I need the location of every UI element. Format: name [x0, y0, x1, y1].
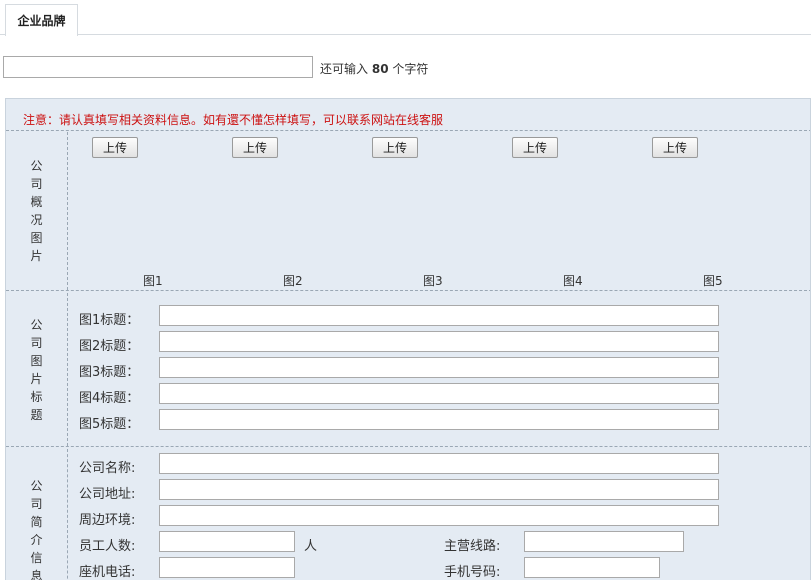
employees-input[interactable]	[159, 531, 295, 552]
title-label-2: 图2标题：	[79, 339, 140, 354]
pic-label-1: 图1	[143, 274, 163, 288]
title-input-5[interactable]	[159, 409, 719, 430]
upload-button-2[interactable]: 上传	[232, 137, 278, 158]
company-address-input[interactable]	[159, 479, 719, 500]
upload-button-3[interactable]: 上传	[372, 137, 418, 158]
section-label-photos: 公司概况图片	[6, 132, 68, 290]
counter-suffix: 个字符	[392, 62, 429, 76]
section-label-titles: 公司图片标题	[6, 293, 68, 446]
section-photo-titles: 公司图片标题 图1标题： 图2标题： 图3标题： 图4标题： 图5标题：	[6, 293, 810, 447]
main-routes-label: 主营线路:	[444, 539, 501, 554]
mobile-input[interactable]	[524, 557, 660, 578]
upload-button-4[interactable]: 上传	[512, 137, 558, 158]
company-name-label: 公司名称:	[79, 461, 136, 476]
title-input-3[interactable]	[159, 357, 719, 378]
section-company-photos: 公司概况图片 上传 上传 上传 上传 上传 图1 图2 图3 图4 图5	[6, 132, 810, 291]
form-panel: 注意：请认真填写相关资料信息。如有還不懂怎样填写，可以联系网站在线客服 公司概况…	[5, 98, 811, 580]
employees-unit: 人	[304, 539, 318, 554]
employees-label: 员工人数:	[79, 539, 136, 554]
landline-input[interactable]	[159, 557, 295, 578]
title-label-5: 图5标题：	[79, 417, 140, 432]
surroundings-label: 周边环境:	[79, 513, 136, 528]
brand-input[interactable]	[3, 56, 313, 78]
landline-label: 座机电话:	[79, 565, 136, 580]
section-company-intro: 公司简介信息 公司名称: 公司地址: 周边环境: 员工人数: 人 主营线路: 座…	[6, 449, 810, 580]
company-name-input[interactable]	[159, 453, 719, 474]
title-input-2[interactable]	[159, 331, 719, 352]
upload-button-5[interactable]: 上传	[652, 137, 698, 158]
section-label-photos-text: 公司概况图片	[30, 159, 43, 263]
notice-text: 注意：请认真填写相关资料信息。如有還不懂怎样填写，可以联系网站在线客服	[6, 99, 810, 131]
counter-prefix: 还可输入	[320, 62, 369, 76]
surroundings-input[interactable]	[159, 505, 719, 526]
pic-label-2: 图2	[283, 274, 303, 288]
title-label-3: 图3标题：	[79, 365, 140, 380]
section-label-titles-text: 公司图片标题	[30, 317, 43, 422]
title-input-4[interactable]	[159, 383, 719, 404]
company-address-label: 公司地址:	[79, 487, 136, 502]
pic-label-5: 图5	[703, 274, 723, 288]
main-routes-input[interactable]	[524, 531, 684, 552]
section-label-intro-text: 公司简介信息	[30, 479, 43, 580]
pic-label-4: 图4	[563, 274, 583, 288]
counter-count: 80	[371, 62, 389, 76]
char-counter: 还可输入 80 个字符	[320, 60, 428, 77]
title-label-4: 图4标题：	[79, 391, 140, 406]
tab-bar: 企业品牌	[0, 0, 811, 36]
mobile-label: 手机号码:	[444, 565, 501, 580]
upload-button-1[interactable]: 上传	[92, 137, 138, 158]
title-label-1: 图1标题：	[79, 313, 140, 328]
pic-label-3: 图3	[423, 274, 443, 288]
title-input-1[interactable]	[159, 305, 719, 326]
tab-enterprise-brand[interactable]: 企业品牌	[5, 4, 78, 36]
section-label-intro: 公司简介信息	[6, 449, 68, 580]
